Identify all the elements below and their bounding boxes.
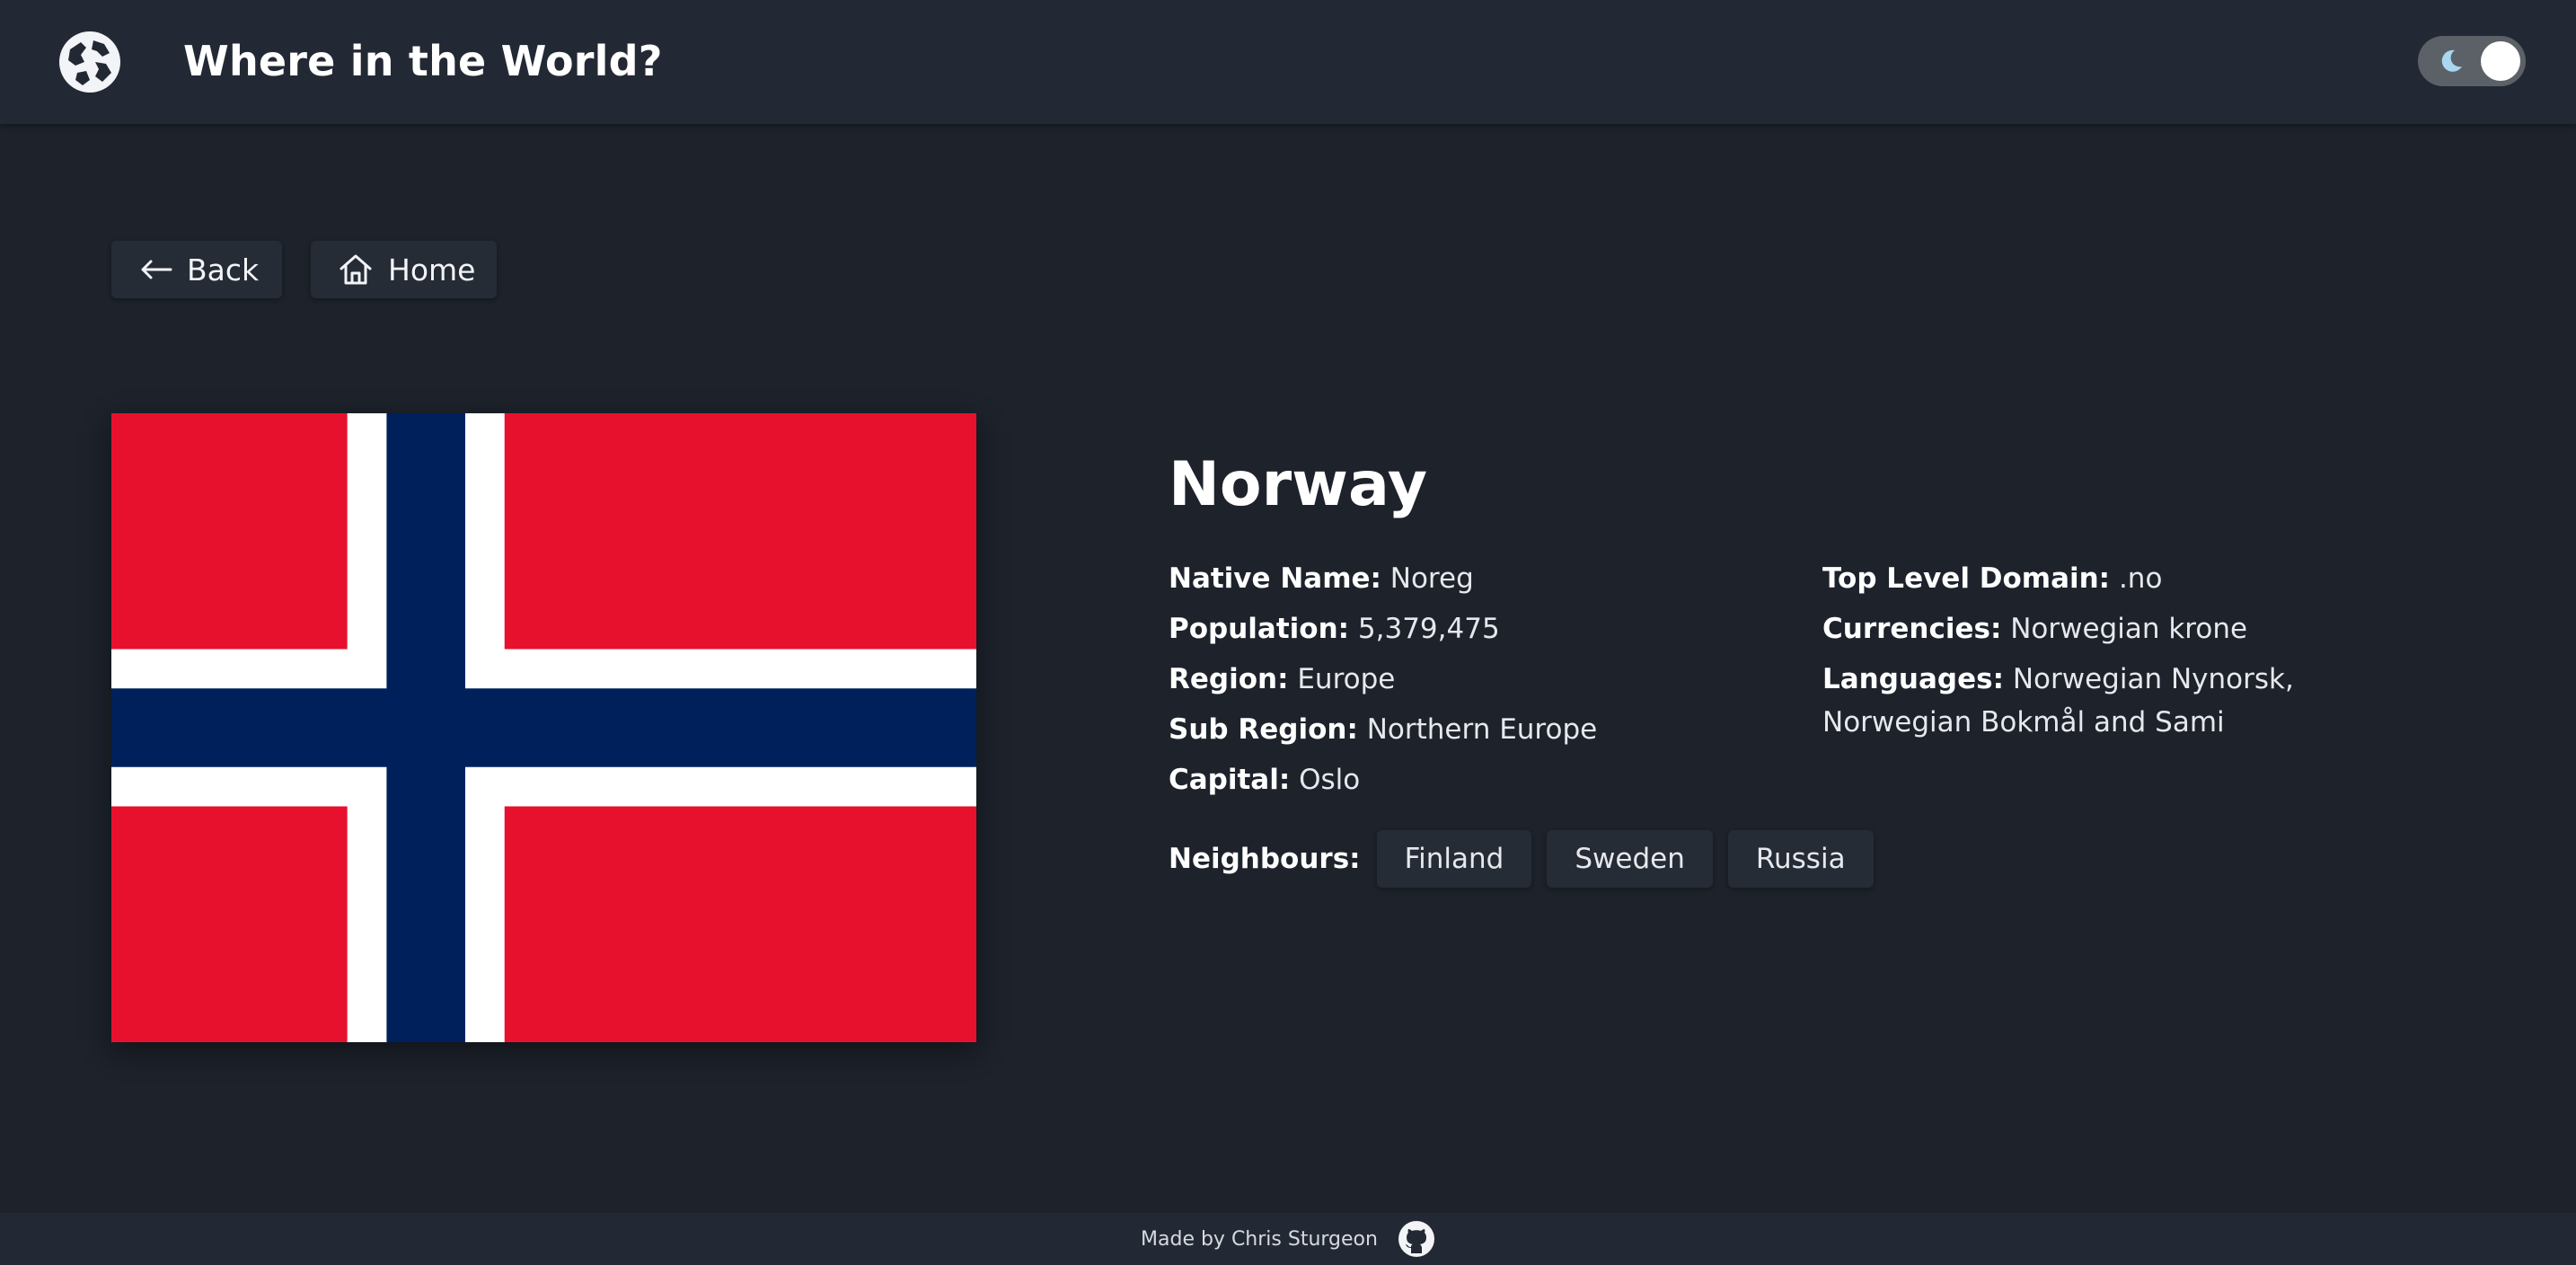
detail-value: Noreg bbox=[1389, 562, 1474, 595]
detail-key: Capital: bbox=[1169, 764, 1291, 796]
footer-credit: Made by Chris Sturgeon bbox=[1141, 1227, 1378, 1251]
capital-row: Capital: Oslo bbox=[1169, 755, 1779, 805]
back-button-label: Back bbox=[187, 252, 260, 288]
detail-key: Languages: bbox=[1822, 663, 2004, 695]
detail-value: Norwegian krone bbox=[2010, 613, 2248, 645]
detail-key: Top Level Domain: bbox=[1822, 562, 2111, 595]
home-icon bbox=[340, 254, 372, 285]
neighbour-chip-finland[interactable]: Finland bbox=[1376, 830, 1532, 888]
globe-icon[interactable] bbox=[57, 30, 122, 94]
github-icon[interactable] bbox=[1398, 1220, 1435, 1258]
native-name-row: Native Name: Noreg bbox=[1169, 553, 1779, 604]
neighbour-chip-sweden[interactable]: Sweden bbox=[1547, 830, 1713, 888]
home-button[interactable]: Home bbox=[311, 241, 497, 298]
sub-region-row: Sub Region: Northern Europe bbox=[1169, 704, 1779, 755]
arrow-left-icon bbox=[141, 260, 172, 279]
detail-key: Currencies: bbox=[1822, 613, 2002, 645]
theme-toggle[interactable] bbox=[2418, 36, 2526, 86]
detail-key: Sub Region: bbox=[1169, 713, 1358, 746]
neighbours-row: Neighbours: Finland Sweden Russia bbox=[1169, 830, 1889, 888]
detail-value: Europe bbox=[1297, 663, 1396, 695]
moon-icon bbox=[2441, 49, 2462, 72]
toggle-knob bbox=[2481, 41, 2520, 81]
home-button-label: Home bbox=[388, 252, 476, 288]
details-right: Top Level Domain: .no Currencies: Norweg… bbox=[1822, 553, 2451, 744]
app-header: Where in the World? bbox=[0, 0, 2576, 124]
detail-value: Oslo bbox=[1299, 764, 1361, 796]
neighbours-label: Neighbours: bbox=[1169, 843, 1361, 875]
population-row: Population: 5,379,475 bbox=[1169, 604, 1779, 654]
detail-key: Native Name: bbox=[1169, 562, 1381, 595]
top-level-domain-row: Top Level Domain: .no bbox=[1822, 553, 2451, 604]
footer: Made by Chris Sturgeon bbox=[0, 1213, 2576, 1265]
detail-value: .no bbox=[2118, 562, 2163, 595]
country-name: Norway bbox=[1169, 449, 1428, 520]
detail-value: 5,379,475 bbox=[1357, 613, 1500, 645]
neighbour-chip-russia[interactable]: Russia bbox=[1727, 830, 1874, 888]
currencies-row: Currencies: Norwegian krone bbox=[1822, 604, 2451, 654]
region-row: Region: Europe bbox=[1169, 654, 1779, 704]
country-flag bbox=[111, 413, 976, 1042]
app-title: Where in the World? bbox=[183, 37, 663, 85]
detail-key: Population: bbox=[1169, 613, 1350, 645]
detail-key: Region: bbox=[1169, 663, 1289, 695]
flag-blue-horizontal bbox=[111, 688, 976, 767]
detail-value: Northern Europe bbox=[1366, 713, 1598, 746]
details-left: Native Name: Noreg Population: 5,379,475… bbox=[1169, 553, 1779, 805]
back-button[interactable]: Back bbox=[111, 241, 282, 298]
languages-row: Languages: Norwegian Nynorsk, Norwegian … bbox=[1822, 654, 2451, 744]
